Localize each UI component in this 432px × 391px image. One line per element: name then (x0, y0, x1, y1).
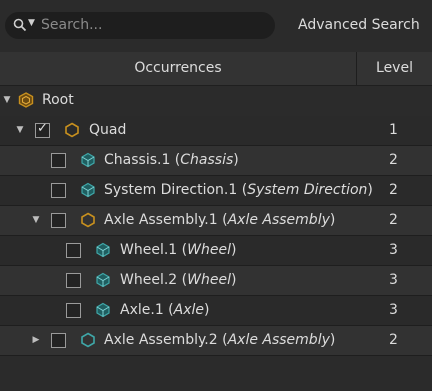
visibility-checkbox[interactable] (51, 153, 66, 168)
visibility-checkbox[interactable] (66, 273, 81, 288)
visibility-checkbox[interactable] (51, 213, 66, 228)
tree-row-label: Chassis.1 (Chassis) (104, 152, 239, 168)
search-icon (13, 18, 27, 32)
search-box[interactable]: ▼ (5, 12, 275, 39)
column-header-occurrences[interactable]: Occurrences (0, 52, 357, 85)
tree-row-level: 2 (389, 212, 398, 228)
occurrence-tree: ▼ Root ▼ ✓ Quad 1 Chassis.1 (Chassis) 2 (0, 86, 432, 356)
part-icon (81, 152, 95, 168)
tree-row[interactable]: ▶ Axle Assembly.2 (Axle Assembly) 2 (0, 326, 432, 356)
assembly-icon (81, 332, 95, 348)
tree-row[interactable]: System Direction.1 (System Direction) 2 (0, 176, 432, 206)
column-header-level[interactable]: Level (357, 52, 432, 85)
visibility-checkbox[interactable] (51, 183, 66, 198)
assembly-icon (81, 212, 95, 228)
tree-row-level: 3 (389, 242, 398, 258)
tree-row[interactable]: Wheel.2 (Wheel) 3 (0, 266, 432, 296)
table-header: Occurrences Level (0, 52, 432, 86)
part-icon (96, 302, 110, 318)
tree-row-root[interactable]: ▼ Root (0, 86, 432, 116)
search-input[interactable] (41, 15, 266, 35)
tree-row[interactable]: Wheel.1 (Wheel) 3 (0, 236, 432, 266)
tree-row-label: Root (42, 92, 74, 108)
part-icon (96, 242, 110, 258)
toolbar: ▼ Advanced Search (0, 0, 432, 52)
root-assembly-icon (18, 92, 34, 108)
visibility-checkbox[interactable] (66, 243, 81, 258)
tree-row[interactable]: Chassis.1 (Chassis) 2 (0, 146, 432, 176)
expand-arrow-icon[interactable]: ▼ (31, 215, 41, 225)
tree-row-label: Axle Assembly.1 (Axle Assembly) (104, 212, 336, 228)
visibility-checkbox[interactable] (66, 303, 81, 318)
assembly-icon (65, 122, 79, 138)
tree-row[interactable]: ▼ Axle Assembly.1 (Axle Assembly) 2 (0, 206, 432, 236)
collapse-arrow-icon[interactable]: ▶ (31, 335, 41, 345)
search-options-caret-icon[interactable]: ▼ (28, 18, 35, 28)
tree-row-level: 3 (389, 302, 398, 318)
tree-row-label: Wheel.1 (Wheel) (120, 242, 237, 258)
tree-row-label: Wheel.2 (Wheel) (120, 272, 237, 288)
tree-row-label: Quad (89, 122, 127, 138)
tree-row-level: 2 (389, 332, 398, 348)
tree-row[interactable]: ▼ ✓ Quad 1 (0, 116, 432, 146)
check-mark-icon: ✓ (37, 121, 48, 136)
expand-arrow-icon[interactable]: ▼ (15, 125, 25, 135)
advanced-search-link[interactable]: Advanced Search (298, 17, 420, 33)
tree-row-label: System Direction.1 (System Direction) (104, 182, 373, 198)
visibility-checkbox[interactable] (51, 333, 66, 348)
tree-row-label: Axle.1 (Axle) (120, 302, 210, 318)
tree-row-label: Axle Assembly.2 (Axle Assembly) (104, 332, 336, 348)
visibility-checkbox[interactable]: ✓ (35, 121, 50, 138)
tree-row-level: 1 (389, 122, 398, 138)
expand-arrow-icon[interactable]: ▼ (2, 95, 12, 105)
part-icon (81, 182, 95, 198)
part-icon (96, 272, 110, 288)
tree-row-level: 3 (389, 272, 398, 288)
tree-row[interactable]: Axle.1 (Axle) 3 (0, 296, 432, 326)
tree-row-level: 2 (389, 152, 398, 168)
tree-row-level: 2 (389, 182, 398, 198)
